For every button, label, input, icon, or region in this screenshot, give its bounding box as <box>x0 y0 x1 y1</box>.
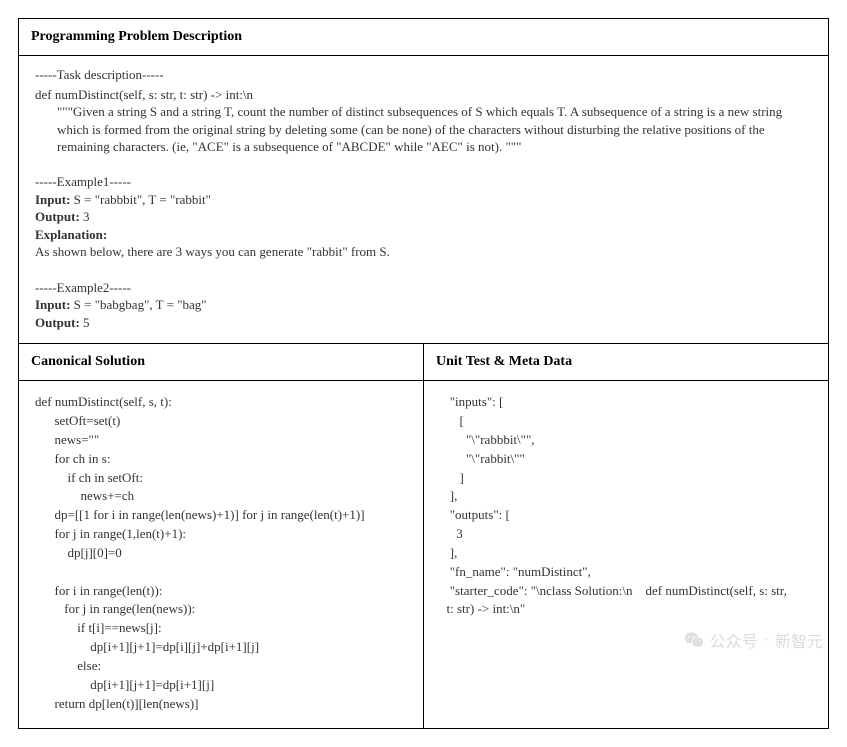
canonical-solution-header: Canonical Solution <box>19 344 424 380</box>
task-docstring: """Given a string S and a string T, coun… <box>35 103 812 156</box>
problem-description: -----Task description----- def numDistin… <box>19 56 828 344</box>
example2-heading: -----Example2----- <box>35 280 131 295</box>
example2-input-value: S = "babgbag", T = "bag" <box>70 297 206 312</box>
example1-heading: -----Example1----- <box>35 174 131 189</box>
example2-output-value: 5 <box>80 315 90 330</box>
example1-explanation-label: Explanation: <box>35 227 107 242</box>
canonical-solution-code: def numDistinct(self, s, t): setOft=set(… <box>19 381 424 727</box>
header-title: Programming Problem Description <box>19 19 828 56</box>
example2-output-label: Output: <box>35 315 80 330</box>
column-headers-row: Canonical Solution Unit Test & Meta Data <box>19 344 828 381</box>
example1-explanation-value: As shown below, there are 3 ways you can… <box>35 244 390 259</box>
unit-test-meta-data: "inputs": [ [ "\"rabbbit\"", "\"rabbit\"… <box>424 381 828 727</box>
document-frame: Programming Problem Description -----Tas… <box>18 18 829 729</box>
example2-input-label: Input: <box>35 297 70 312</box>
example1-output-label: Output: <box>35 209 80 224</box>
task-heading: -----Task description----- <box>35 67 164 82</box>
content-row: def numDistinct(self, s, t): setOft=set(… <box>19 381 828 727</box>
example1-input-label: Input: <box>35 192 70 207</box>
example1-input-value: S = "rabbbit", T = "rabbit" <box>70 192 211 207</box>
task-signature: def numDistinct(self, s: str, t: str) ->… <box>35 86 812 104</box>
example1-output-value: 3 <box>80 209 90 224</box>
unit-test-header: Unit Test & Meta Data <box>424 344 828 380</box>
